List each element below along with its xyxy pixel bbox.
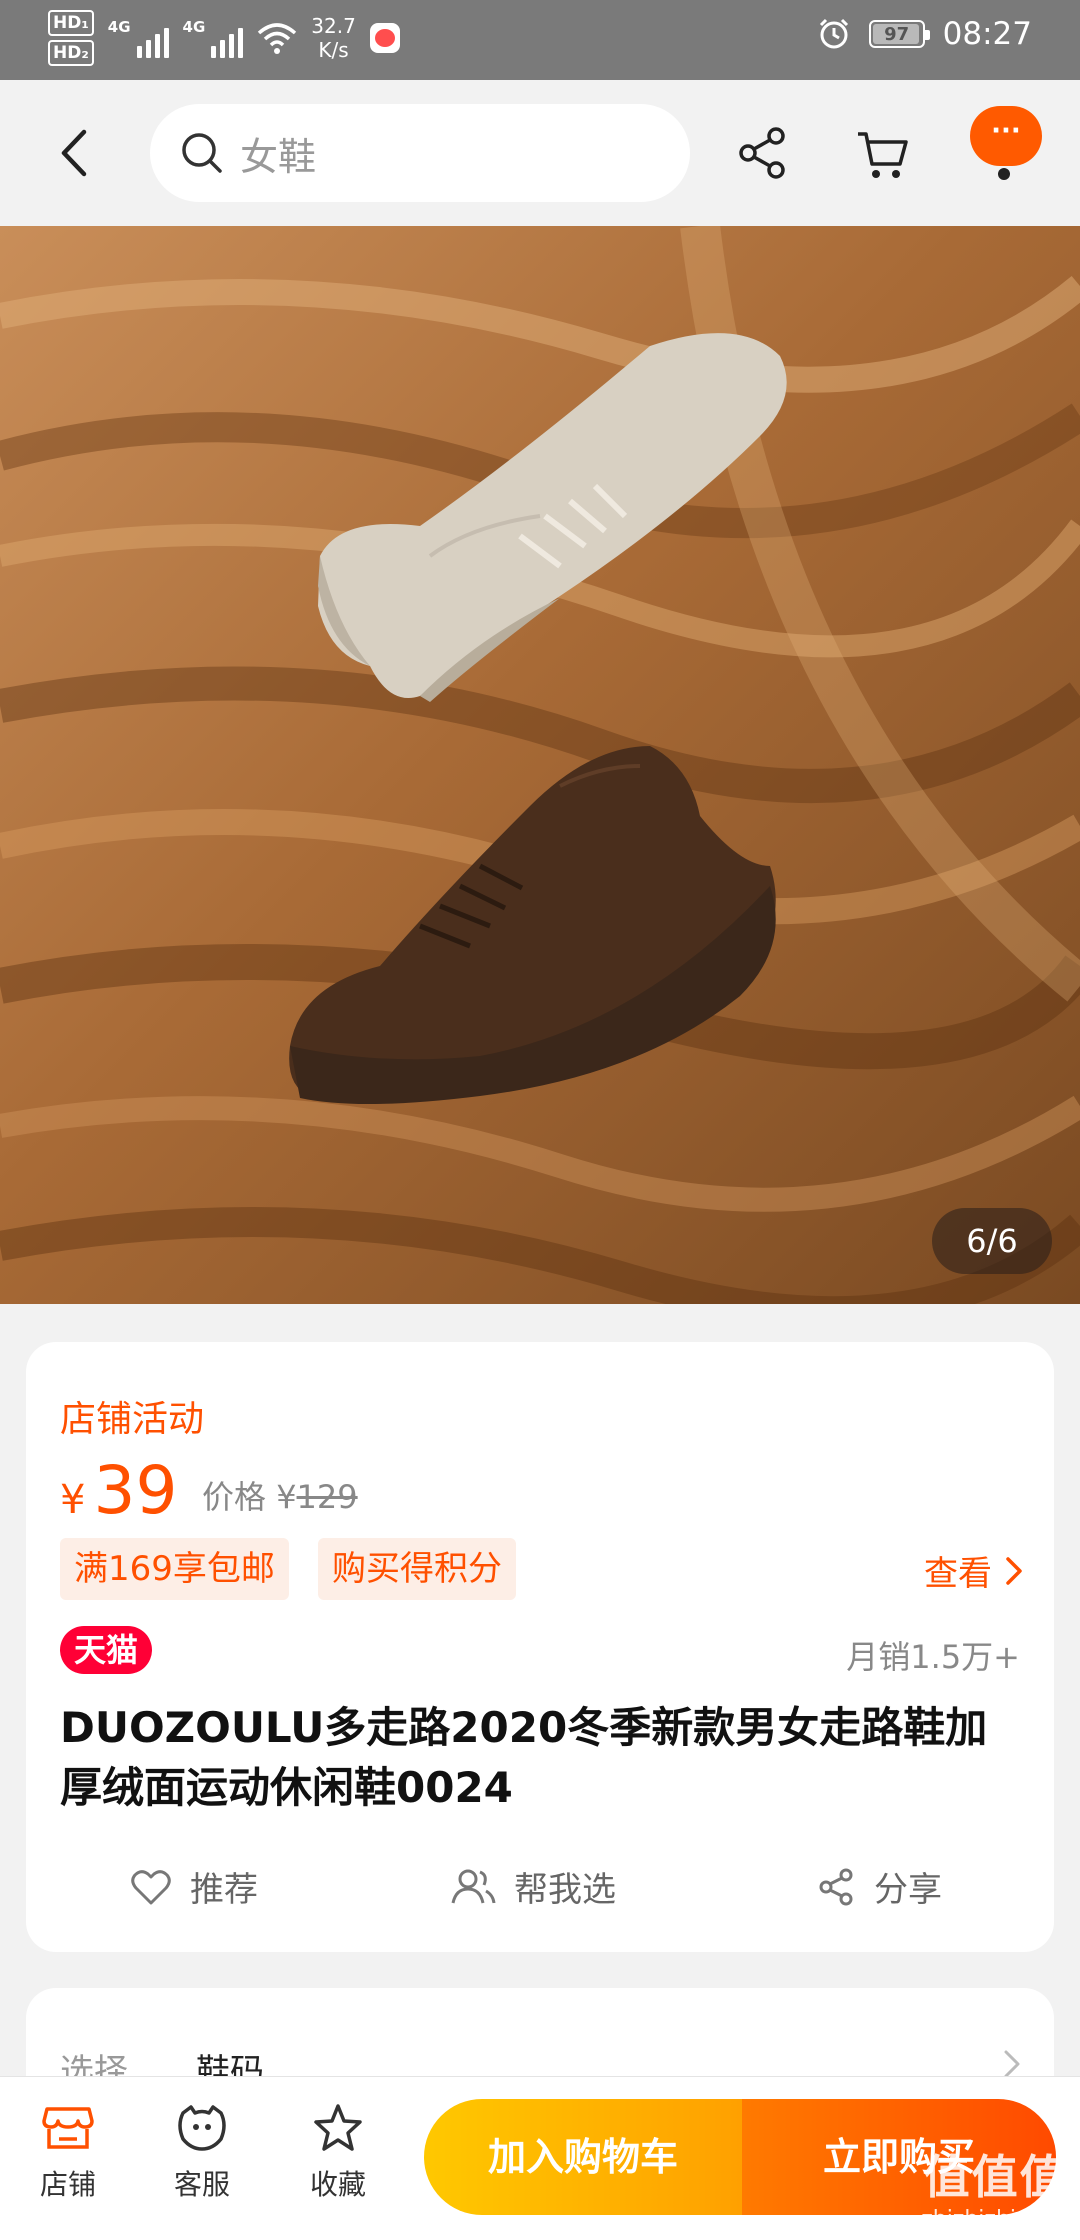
watermark-domain: zhizhizhi.com <box>921 2207 1070 2232</box>
heart-icon <box>131 1869 171 1904</box>
add-to-cart-button[interactable]: 加入购物车 <box>424 2099 742 2215</box>
hd-indicators: HD₁ HD₂ <box>48 10 94 66</box>
watermark-logo: 值值值 <box>923 2150 1068 2204</box>
network-type-1: 4G <box>107 18 131 36</box>
share-action-button[interactable]: 分享 <box>816 1862 942 1911</box>
view-label: 查看 <box>924 1554 992 1594</box>
battery-level: 97 <box>884 23 910 45</box>
original-price-label: 价格 <box>202 1478 267 1516</box>
search-icon <box>182 133 222 173</box>
speed-unit: K/s <box>318 38 349 62</box>
price-currency: ¥ <box>60 1477 86 1523</box>
hd-badge-1: HD₁ <box>48 10 94 36</box>
chevron-right-icon <box>1006 1556 1022 1585</box>
network-speed: 32.7 K/s <box>311 14 356 62</box>
recommend-button[interactable]: 推荐 <box>130 1862 258 1911</box>
product-actions: 推荐 帮我选 分享 <box>26 1848 1054 1928</box>
promo-tag-shipping[interactable]: 满169享包邮 <box>60 1538 289 1600</box>
star-icon <box>314 2104 362 2151</box>
tmall-badge: 天猫 <box>60 1626 153 1674</box>
help-choose-button[interactable]: 帮我选 <box>450 1862 616 1911</box>
price: ¥ 39 <box>60 1452 177 1529</box>
people-icon <box>451 1869 496 1903</box>
store-button[interactable]: 店铺 <box>18 2103 118 2203</box>
bottom-action-bar: 店铺 客服 收藏 加入购物车 立即购买 值值值 zhizhizhi.com <box>0 2076 1080 2240</box>
top-nav: 女鞋 ··· <box>0 80 1080 226</box>
product-title: DUOZOULU多走路2020冬季新款男女走路鞋加厚绒面运动休闲鞋0024 <box>60 1703 988 1812</box>
recommend-label: 推荐 <box>190 1870 258 1910</box>
watermark: 值值值 zhizhizhi.com <box>921 2141 1070 2232</box>
search-placeholder: 女鞋 <box>240 134 317 179</box>
help-choose-label: 帮我选 <box>514 1870 616 1910</box>
status-right: 97 08:27 <box>817 16 1032 52</box>
store-label: 店铺 <box>39 2168 96 2201</box>
back-arrow-icon[interactable] <box>52 120 112 190</box>
signal-1-icon: 4G <box>108 18 169 58</box>
view-promos-link[interactable]: 查看 <box>924 1546 1024 1595</box>
store-icon <box>42 2107 94 2149</box>
share-icon[interactable] <box>732 122 794 184</box>
network-type-2: 4G <box>182 18 206 36</box>
alarm-icon <box>819 18 848 49</box>
service-icon <box>178 2105 226 2151</box>
promo-tag-points[interactable]: 购买得积分 <box>318 1538 516 1600</box>
hd-badge-2: HD₂ <box>48 40 94 66</box>
wifi-icon <box>258 23 297 54</box>
battery-indicator: 97 <box>868 20 930 48</box>
store-promo-label: 店铺活动 <box>60 1399 205 1440</box>
clock: 08:27 <box>942 16 1032 52</box>
original-price: 价格 ¥129 <box>202 1472 358 1518</box>
product-photo <box>0 226 1080 1304</box>
cart-icon[interactable] <box>852 122 914 184</box>
product-info-card: 店铺活动 ¥ 39 价格 ¥129 满169享包邮 购买得积分 查看 天猫 月销… <box>26 1342 1054 1952</box>
more-button[interactable]: ··· <box>970 106 1042 166</box>
customer-service-button[interactable]: 客服 <box>152 2103 252 2203</box>
search-bar[interactable]: 女鞋 <box>150 104 690 202</box>
app-notification-icon <box>369 23 400 53</box>
favorite-label: 收藏 <box>309 2168 366 2201</box>
favorite-button[interactable]: 收藏 <box>288 2103 388 2203</box>
notification-dot <box>998 168 1010 180</box>
original-price-currency: ¥ <box>276 1478 297 1516</box>
image-counter: 6/6 <box>932 1208 1052 1274</box>
speed-value: 32.7 <box>311 14 356 38</box>
original-price-value: 129 <box>296 1478 358 1516</box>
status-left: HD₁ HD₂ 4G 4G 32.7 K/s <box>48 10 400 66</box>
monthly-sales: 月销1.5万+ <box>846 1638 1020 1676</box>
status-bar: HD₁ HD₂ 4G 4G 32.7 K/s 97 08:27 <box>0 0 1080 80</box>
share-small-icon <box>819 1868 853 1905</box>
signal-2-icon: 4G <box>183 18 244 58</box>
service-label: 客服 <box>173 2168 230 2201</box>
product-image[interactable]: 6/6 <box>0 226 1080 1304</box>
price-value: 39 <box>93 1452 178 1529</box>
share-label: 分享 <box>874 1870 942 1910</box>
